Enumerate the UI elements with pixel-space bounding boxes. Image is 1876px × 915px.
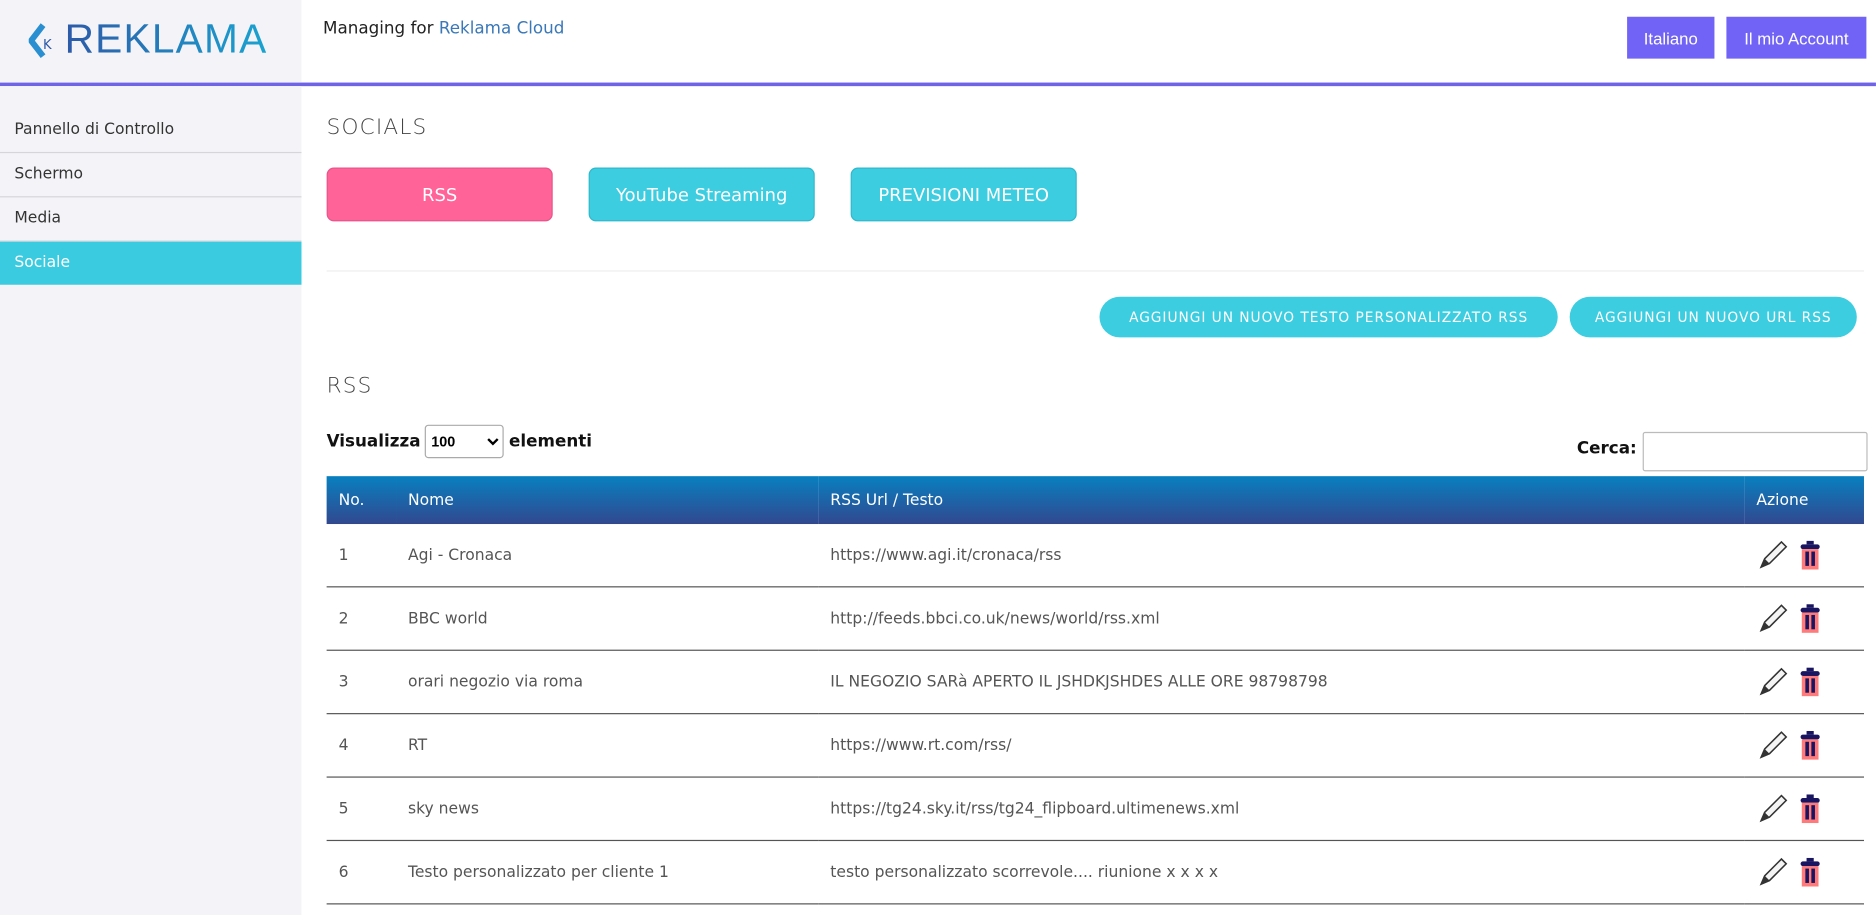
- top-bar: K REKLAMA Managing for Reklama Cloud Ita…: [0, 0, 1876, 87]
- tab-weather[interactable]: PREVISIONI METEO: [850, 167, 1077, 222]
- table-row: 2 BBC world http://feeds.bbci.co.uk/news…: [326, 586, 1864, 651]
- add-rss-url-button[interactable]: AGGIUNGI UN NUOVO URL RSS: [1569, 296, 1857, 338]
- delete-trash-icon[interactable]: [1799, 604, 1821, 633]
- row-actions: [1744, 586, 1864, 651]
- edit-pencil-icon[interactable]: [1756, 792, 1789, 825]
- table-row: 5 sky news https://tg24.sky.it/rss/tg24_…: [326, 777, 1864, 842]
- table-row: 3 orari negozio via roma IL NEGOZIO SARà…: [326, 650, 1864, 715]
- account-button[interactable]: Il mio Account: [1726, 16, 1867, 59]
- tab-rss[interactable]: RSS: [326, 167, 553, 222]
- length-suffix: elementi: [509, 431, 593, 452]
- edit-pencil-icon[interactable]: [1756, 729, 1789, 762]
- sidebar-item-social[interactable]: Sociale: [0, 241, 302, 285]
- tab-youtube-streaming[interactable]: YouTube Streaming: [588, 167, 815, 222]
- section-title: RSS: [326, 373, 373, 399]
- table-row: 4 RT https://www.rt.com/rss/: [326, 713, 1864, 778]
- logo-mark-icon: K: [28, 22, 52, 58]
- col-url[interactable]: RSS Url / Testo: [818, 476, 1744, 524]
- sidebar: Pannello di Controllo Schermo Media Soci…: [0, 86, 302, 915]
- delete-trash-icon[interactable]: [1799, 540, 1821, 570]
- col-action: Azione: [1756, 491, 1809, 510]
- row-name: sky news: [396, 777, 819, 842]
- row-url: https://www.rt.com/rss/: [818, 713, 1745, 778]
- sidebar-item-dashboard[interactable]: Pannello di Controllo: [0, 109, 302, 154]
- table-row: 6 Testo personalizzato per cliente 1 tes…: [326, 840, 1864, 905]
- table-row: 1 Agi - Cronaca https://www.agi.it/crona…: [326, 524, 1864, 588]
- row-url: IL NEGOZIO SARà APERTO IL JSHDKJSHDES AL…: [818, 650, 1745, 715]
- row-actions: [1744, 840, 1864, 905]
- row-url: https://tg24.sky.it/rss/tg24_flipboard.u…: [818, 777, 1745, 842]
- org-link[interactable]: Reklama Cloud: [439, 19, 565, 38]
- logo-area: K REKLAMA: [0, 0, 302, 83]
- row-actions: [1744, 713, 1864, 778]
- delete-trash-icon[interactable]: [1799, 794, 1821, 824]
- row-name: Agi - Cronaca: [396, 524, 819, 588]
- logo-text: REKLAMA: [64, 16, 268, 63]
- rss-table: No. Nome RSS Url / Testo Azione 1 Agi - …: [326, 476, 1864, 905]
- page-title: SOCIALS: [326, 114, 428, 140]
- sidebar-item-media[interactable]: Media: [0, 197, 302, 242]
- page-length-select[interactable]: 100: [425, 424, 505, 459]
- row-name: orari negozio via roma: [396, 650, 819, 715]
- managing-prefix: Managing for: [323, 19, 434, 39]
- table-header: No. Nome RSS Url / Testo Azione: [326, 476, 1864, 525]
- edit-pencil-icon[interactable]: [1756, 665, 1789, 698]
- row-no: 3: [326, 650, 397, 715]
- row-actions: [1744, 650, 1864, 715]
- logo[interactable]: K REKLAMA: [28, 16, 268, 64]
- row-no: 1: [326, 524, 397, 588]
- edit-pencil-icon[interactable]: [1756, 855, 1789, 888]
- col-no[interactable]: No.: [327, 476, 396, 524]
- col-name[interactable]: Nome: [396, 476, 818, 524]
- row-name: RT: [396, 713, 819, 778]
- delete-trash-icon[interactable]: [1799, 731, 1821, 760]
- sidebar-item-screen[interactable]: Schermo: [0, 153, 302, 198]
- row-url: https://www.agi.it/cronaca/rss: [818, 524, 1745, 588]
- edit-pencil-icon[interactable]: [1756, 602, 1789, 635]
- page-length-control: Visualizza 100 elementi: [326, 424, 593, 459]
- managing-for: Managing for Reklama Cloud: [323, 19, 564, 38]
- add-custom-text-button[interactable]: AGGIUNGI UN NUOVO TESTO PERSONALIZZATO R…: [1099, 296, 1558, 338]
- row-actions: [1744, 777, 1864, 842]
- row-name: BBC world: [396, 586, 819, 651]
- search-input[interactable]: [1642, 431, 1868, 472]
- row-no: 5: [326, 777, 397, 842]
- length-prefix: Visualizza: [326, 431, 421, 452]
- language-button[interactable]: Italiano: [1627, 16, 1715, 59]
- row-url: testo personalizzato scorrevole.... riun…: [818, 840, 1745, 905]
- row-url: http://feeds.bbci.co.uk/news/world/rss.x…: [818, 586, 1745, 651]
- row-no: 2: [326, 586, 397, 651]
- row-name: Testo personalizzato per cliente 1: [396, 840, 819, 905]
- row-no: 4: [326, 713, 397, 778]
- delete-trash-icon[interactable]: [1799, 857, 1821, 887]
- delete-trash-icon[interactable]: [1799, 667, 1821, 697]
- row-no: 6: [326, 840, 397, 905]
- edit-pencil-icon[interactable]: [1756, 538, 1789, 571]
- search-label: Cerca:: [1576, 439, 1637, 459]
- svg-text:K: K: [43, 37, 52, 52]
- row-actions: [1744, 524, 1864, 588]
- divider: [326, 270, 1864, 272]
